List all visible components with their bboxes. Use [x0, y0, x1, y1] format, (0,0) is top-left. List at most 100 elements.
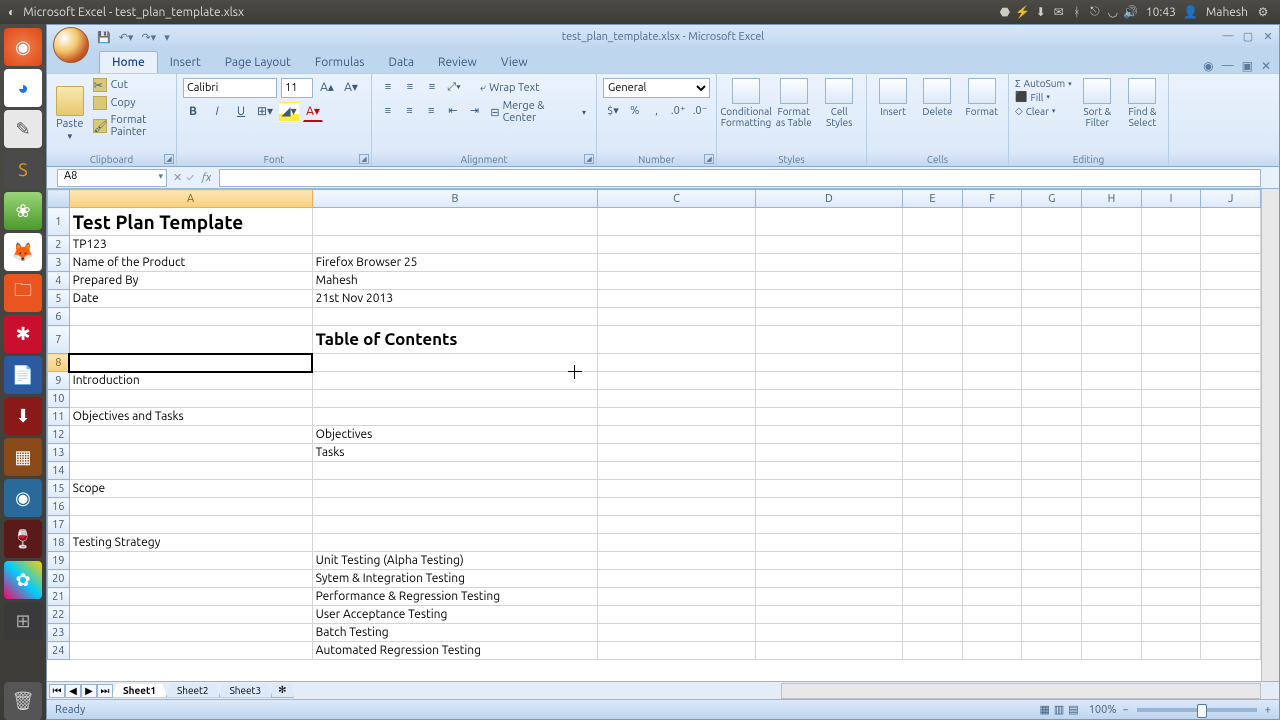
cell[interactable]	[1141, 426, 1201, 444]
cell[interactable]	[1141, 236, 1201, 254]
delete-cells-button[interactable]: Delete	[917, 78, 957, 150]
ubuntu-app-menu-icon[interactable]: ◐	[8, 5, 15, 19]
help-icon[interactable]: ◉	[1203, 59, 1213, 73]
ubuntu-dash-icon[interactable]: ◉	[4, 28, 42, 66]
format-cells-button[interactable]: Format	[962, 78, 1002, 150]
cell[interactable]	[312, 372, 598, 390]
cell[interactable]	[598, 354, 755, 372]
cell[interactable]	[1082, 624, 1142, 642]
cell[interactable]	[903, 534, 963, 552]
cell[interactable]	[755, 354, 903, 372]
cell[interactable]	[69, 624, 312, 642]
cell[interactable]	[69, 308, 312, 326]
vertical-scrollbar[interactable]	[1261, 189, 1279, 681]
dropbox-icon[interactable]: ⬇	[1032, 5, 1050, 19]
indicator-icon[interactable]: ⬣	[996, 5, 1014, 19]
cell[interactable]	[962, 390, 1022, 408]
cell[interactable]	[1141, 326, 1201, 354]
cell[interactable]	[312, 236, 598, 254]
comma-icon[interactable]: ,	[647, 102, 667, 122]
cell[interactable]	[1141, 588, 1201, 606]
cell[interactable]	[755, 480, 903, 498]
align-left-icon[interactable]: ≡	[378, 102, 398, 122]
app-icon[interactable]: ⬇	[4, 397, 42, 435]
cell[interactable]: Automated Regression Testing	[312, 642, 598, 660]
cell[interactable]	[69, 444, 312, 462]
cell[interactable]	[962, 254, 1022, 272]
cell[interactable]	[69, 390, 312, 408]
cell[interactable]	[69, 426, 312, 444]
decrease-indent-icon[interactable]: ⇤	[443, 102, 463, 122]
cell[interactable]	[1022, 254, 1082, 272]
cell[interactable]: Objectives	[312, 426, 598, 444]
cell[interactable]	[312, 462, 598, 480]
cell[interactable]	[1022, 308, 1082, 326]
cell[interactable]	[903, 390, 963, 408]
cell[interactable]	[1082, 552, 1142, 570]
cell[interactable]: Test Plan Template	[69, 208, 312, 236]
cell[interactable]	[1022, 624, 1082, 642]
cell[interactable]	[1082, 570, 1142, 588]
tab-formulas[interactable]: Formulas	[303, 52, 377, 73]
zoom-out-icon[interactable]: −	[1123, 704, 1129, 716]
cell[interactable]: Name of the Product	[69, 254, 312, 272]
accounting-icon[interactable]: $▾	[603, 102, 623, 122]
row-header[interactable]: 11	[48, 408, 70, 426]
cell[interactable]: Firefox Browser 25	[312, 254, 598, 272]
format-as-table-button[interactable]: Format as Table	[773, 78, 815, 128]
row-header[interactable]: 7	[48, 326, 70, 354]
cell[interactable]	[1201, 372, 1261, 390]
row-header[interactable]: 24	[48, 642, 70, 660]
cell[interactable]	[1082, 462, 1142, 480]
row-header[interactable]: 2	[48, 236, 70, 254]
cell[interactable]	[1201, 462, 1261, 480]
row-header[interactable]: 4	[48, 272, 70, 290]
files-icon[interactable]: 🗀	[4, 274, 42, 312]
cell[interactable]	[1022, 236, 1082, 254]
cell[interactable]	[903, 552, 963, 570]
copy-button[interactable]: Copy	[93, 96, 170, 110]
cell[interactable]	[598, 308, 755, 326]
cell[interactable]	[1082, 588, 1142, 606]
number-format-combo[interactable]: General	[603, 78, 710, 98]
wine-icon[interactable]: 🍷	[4, 520, 42, 558]
cell[interactable]: User Acceptance Testing	[312, 606, 598, 624]
cell[interactable]	[962, 372, 1022, 390]
paste-button[interactable]: Paste ▼	[53, 76, 87, 150]
power-icon[interactable]: ⚡	[1014, 5, 1032, 19]
cell[interactable]	[755, 426, 903, 444]
cell[interactable]	[1022, 390, 1082, 408]
cell[interactable]	[69, 498, 312, 516]
cell[interactable]	[1022, 408, 1082, 426]
cell[interactable]: Batch Testing	[312, 624, 598, 642]
cell[interactable]	[598, 642, 755, 660]
cell[interactable]	[1201, 254, 1261, 272]
new-sheet-icon[interactable]: ✻	[271, 683, 293, 698]
grid[interactable]: ABCDEFGHIJ1Test Plan Template2TP1233Name…	[47, 189, 1261, 681]
cell[interactable]	[69, 588, 312, 606]
cell[interactable]	[1201, 624, 1261, 642]
cell[interactable]	[962, 408, 1022, 426]
fx-icon[interactable]: fx	[202, 172, 211, 184]
cell[interactable]	[962, 308, 1022, 326]
zoom-in-icon[interactable]: +	[1265, 704, 1271, 716]
cell[interactable]: 21st Nov 2013	[312, 290, 598, 308]
sheet-tab[interactable]: Sheet2	[166, 684, 220, 698]
cell[interactable]	[1141, 408, 1201, 426]
cell[interactable]: Table of Contents	[312, 326, 598, 354]
cell[interactable]	[903, 254, 963, 272]
cell[interactable]	[1201, 326, 1261, 354]
user-icon[interactable]: 👤	[1182, 5, 1200, 19]
row-header[interactable]: 6	[48, 308, 70, 326]
app-icon[interactable]: ✿	[4, 561, 42, 599]
cut-button[interactable]: ✂Cut	[93, 78, 170, 92]
column-header[interactable]: A	[69, 190, 312, 208]
cell[interactable]	[903, 372, 963, 390]
column-header[interactable]: J	[1201, 190, 1261, 208]
cell[interactable]	[962, 354, 1022, 372]
cell[interactable]	[1141, 308, 1201, 326]
cell[interactable]	[1141, 444, 1201, 462]
cell[interactable]	[598, 408, 755, 426]
row-header[interactable]: 17	[48, 516, 70, 534]
font-dialog-launcher[interactable]: ◢	[359, 154, 369, 164]
